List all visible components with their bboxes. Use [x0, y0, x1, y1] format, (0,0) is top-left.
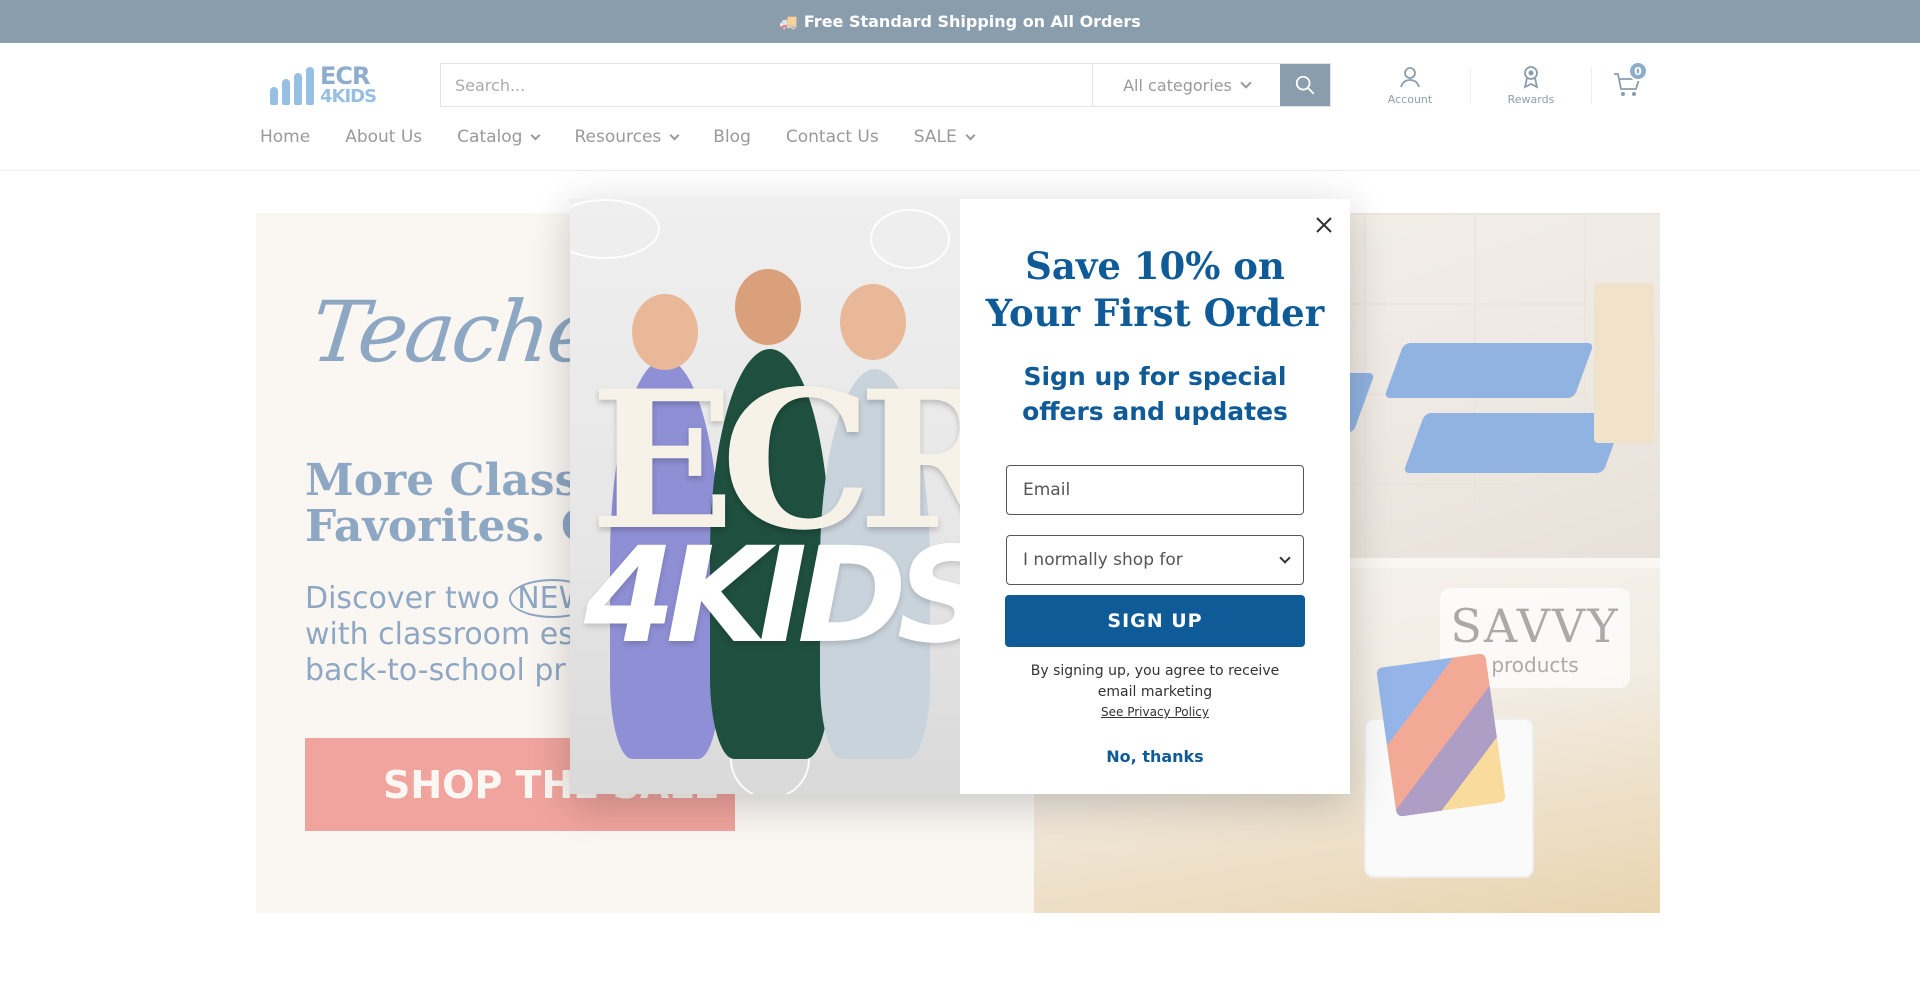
email-field[interactable] [1006, 465, 1304, 515]
legal-text: By signing up, you agree to receive emai… [1030, 663, 1280, 700]
signup-modal: ECR 4KIDS Save 10% on Your First Order S… [570, 199, 1350, 794]
shop-for-select-label: I normally shop for [1023, 550, 1183, 570]
sign-up-button[interactable]: SIGN UP [1005, 595, 1305, 647]
modal-title: Save 10% on Your First Order [985, 244, 1325, 335]
promo-image-text: 4KIDS [584, 519, 960, 673]
chevron-down-icon [1279, 552, 1291, 564]
no-thanks-button[interactable]: No, thanks [1106, 747, 1203, 766]
close-icon[interactable] [1312, 213, 1336, 237]
modal-subtitle: Sign up for special offers and updates [1022, 362, 1288, 426]
shop-for-select[interactable]: I normally shop for [1006, 535, 1304, 585]
privacy-policy-link[interactable]: See Privacy Policy [1101, 705, 1209, 719]
kids-promo-image: ECR 4KIDS [570, 199, 960, 794]
signup-form: Save 10% on Your First Order Sign up for… [960, 199, 1350, 794]
